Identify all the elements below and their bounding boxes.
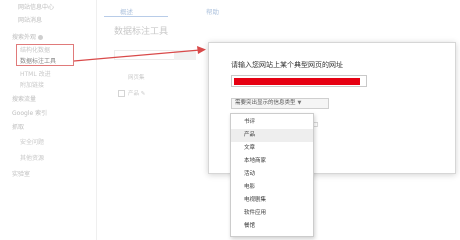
active-tab-indicator: [104, 16, 168, 17]
sidebar-item-crawl[interactable]: 抓取: [12, 122, 24, 131]
menu-item-movie[interactable]: 电影: [231, 181, 313, 194]
sidebar-item-html-improvements[interactable]: HTML 改进: [20, 69, 51, 78]
info-type-select-label: 需要突出显示的信息类型: [235, 100, 296, 106]
menu-item-tv-episode[interactable]: 电视剧集: [231, 194, 313, 207]
sidebar-divider: [96, 0, 97, 240]
column-header-page-set: 网页集: [128, 75, 145, 81]
url-redaction-bar: [234, 78, 360, 85]
background-button: [174, 50, 196, 60]
sidebar-item-other-resources[interactable]: 其他资源: [20, 153, 44, 162]
chevron-down-icon: ▼: [297, 100, 302, 106]
menu-item-book-review[interactable]: 书评: [231, 116, 313, 129]
menu-item-software-app[interactable]: 软件应用: [231, 207, 313, 220]
tab-help[interactable]: 帮助: [206, 6, 219, 16]
info-icon: [38, 35, 44, 40]
sidebar-item-search-appearance[interactable]: 搜索外观: [12, 32, 44, 41]
row-checkbox[interactable]: [118, 90, 125, 97]
sidebar-item-labs[interactable]: 实验室: [12, 169, 30, 178]
selection-highlight-box: [16, 44, 74, 66]
sidebar-item-google-index[interactable]: Google 索引: [12, 108, 47, 117]
sidebar-item-label: 搜索外观: [12, 34, 37, 41]
info-type-select[interactable]: 需要突出显示的信息类型 ▼: [231, 98, 329, 109]
menu-item-article[interactable]: 文章: [231, 142, 313, 155]
menu-item-local-business[interactable]: 本地商家: [231, 155, 313, 168]
menu-item-event[interactable]: 活动: [231, 168, 313, 181]
dialog-title: 请输入您网站上某个典型网页的网址: [231, 61, 343, 69]
edit-pencil-icon: ✎: [140, 91, 146, 97]
sidebar-item-sitelinks[interactable]: 附加链接: [20, 80, 44, 89]
page-title: 数据标注工具: [114, 27, 169, 37]
sidebar-item-messages[interactable]: 网站消息: [18, 15, 42, 24]
sidebar-item-security-issues[interactable]: 安全问题: [20, 137, 44, 146]
sidebar-item-dashboard[interactable]: 网站信息中心: [18, 2, 54, 11]
url-input[interactable]: [231, 75, 367, 87]
row-label-product: 产品 ✎: [128, 89, 145, 97]
menu-item-product[interactable]: 产品: [231, 129, 313, 142]
info-type-dropdown: 书评 产品 文章 本地商家 活动 电影 电视剧集 软件应用 餐馆: [230, 113, 314, 237]
menu-item-restaurant[interactable]: 餐馆: [231, 220, 313, 233]
tab-overview[interactable]: 概述: [120, 6, 133, 16]
row-label-text: 产品: [128, 91, 140, 97]
sidebar-item-search-traffic[interactable]: 搜索流量: [12, 94, 36, 103]
